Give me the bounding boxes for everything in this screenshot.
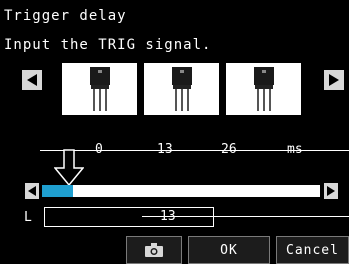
trigger-position-marker[interactable] (53, 148, 85, 190)
previous-image-button[interactable] (22, 70, 42, 90)
delay-value-text: 13 (160, 209, 176, 224)
delay-label: L (24, 210, 32, 225)
cancel-button[interactable]: Cancel (276, 236, 349, 264)
camera-icon (145, 243, 163, 257)
arrow-left-icon (27, 74, 37, 86)
transistor-component-image (171, 67, 192, 111)
capture-button[interactable] (126, 236, 182, 264)
tick-label-0: 0 (95, 142, 103, 157)
slider-increase-button[interactable] (324, 183, 338, 199)
arrow-right-icon (327, 186, 335, 196)
transistor-component-image (253, 67, 274, 111)
delay-slider-fill (42, 185, 73, 197)
instruction-text: Input the TRIG signal. (4, 37, 212, 53)
screen-title: Trigger delay (4, 8, 127, 24)
image-thumbnail-2[interactable] (144, 63, 219, 115)
tick-label-unit: ms (287, 142, 303, 157)
next-image-button[interactable] (324, 70, 344, 90)
image-thumbnail-1[interactable] (62, 63, 137, 115)
tick-label-26: 26 (221, 142, 237, 157)
tick-label-13: 13 (157, 142, 173, 157)
arrow-right-icon (329, 74, 339, 86)
delay-slider-track[interactable] (42, 185, 320, 197)
slider-decrease-button[interactable] (25, 183, 39, 199)
delay-value-field[interactable] (44, 207, 214, 227)
transistor-component-image (89, 67, 110, 111)
image-thumbnail-3[interactable] (226, 63, 301, 115)
ok-button[interactable]: OK (188, 236, 270, 264)
marker-arrow-icon (53, 149, 85, 187)
arrow-left-icon (28, 186, 36, 196)
